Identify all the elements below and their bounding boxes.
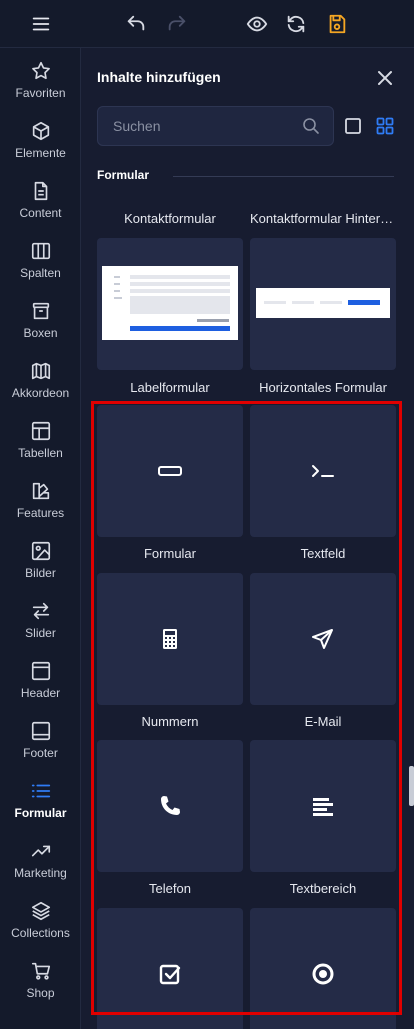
sidebar-item-collections[interactable]: Collections: [0, 888, 81, 948]
sidebar-item-spalten[interactable]: Spalten: [0, 228, 81, 288]
columns-icon: [30, 240, 52, 262]
phone-icon: [161, 796, 180, 815]
close-icon[interactable]: [376, 69, 394, 87]
list-icon: [30, 780, 52, 802]
trend-icon: [30, 840, 52, 862]
table-icon: [30, 420, 52, 442]
tile-label: Kontaktformular Hintergrund: [250, 211, 396, 226]
template-contact-form-background[interactable]: [250, 238, 396, 370]
sidebar-item-header[interactable]: Header: [0, 648, 81, 708]
footer-icon: [30, 720, 52, 742]
tile-label: E-Mail: [304, 714, 342, 729]
sidebar-item-label: Content: [19, 206, 62, 220]
header-icon: [30, 660, 52, 682]
sidebar-item-content[interactable]: Content: [0, 168, 81, 228]
sidebar-item-bilder[interactable]: Bilder: [0, 528, 81, 588]
sidebar-item-label: Spalten: [20, 266, 61, 280]
tile-label: Nummern: [141, 714, 199, 729]
sidebar-item-label: Boxen: [23, 326, 58, 340]
send-icon: [312, 629, 333, 649]
checkbox-icon: [159, 964, 181, 985]
panel-title: Inhalte hinzufügen: [97, 69, 221, 85]
sidebar-item-label: Bilder: [25, 566, 56, 580]
tile-label: Textfeld: [300, 546, 346, 561]
save-icon[interactable]: [325, 12, 349, 36]
contact-form-background-preview: [256, 288, 390, 318]
grid-view-icon[interactable]: [376, 117, 394, 135]
contact-form-preview: [102, 266, 238, 340]
sidebar-item-boxen[interactable]: Boxen: [0, 288, 81, 348]
sidebar-item-label: Elemente: [15, 146, 66, 160]
add-content-panel: Inhalte hinzufügen Formular Kontaktformu…: [82, 48, 414, 1029]
sidebar-item-label: Collections: [11, 926, 70, 940]
radio-icon: [312, 963, 334, 985]
sidebar-item-label: Favoriten: [15, 86, 66, 100]
element-radio-tile[interactable]: [250, 908, 396, 1029]
preview-icon[interactable]: [245, 12, 269, 36]
accordion-icon: [30, 360, 52, 382]
image-icon: [30, 540, 52, 562]
scrollbar-thumb[interactable]: [409, 766, 414, 806]
element-textfield-tile[interactable]: [250, 405, 396, 537]
box-icon: [30, 300, 52, 322]
search-icon[interactable]: [302, 117, 320, 135]
menu-icon[interactable]: [29, 12, 53, 36]
element-numbers-tile[interactable]: [97, 573, 243, 705]
sidebar-item-label: Formular: [14, 806, 67, 820]
redo-icon[interactable]: [165, 12, 189, 36]
sidebar-item-label: Marketing: [14, 866, 67, 880]
undo-icon[interactable]: [124, 12, 148, 36]
cart-icon: [30, 960, 52, 982]
element-form-tile[interactable]: [97, 405, 243, 537]
terminal-icon: [312, 465, 334, 477]
template-contact-form[interactable]: [97, 238, 243, 370]
section-divider: [173, 176, 394, 177]
slider-icon: [30, 600, 52, 622]
layers-icon: [30, 900, 52, 922]
sidebar-item-formular[interactable]: Formular: [0, 768, 81, 828]
sidebar-item-shop[interactable]: Shop: [0, 948, 81, 1008]
section-heading: Formular: [97, 168, 150, 182]
cube-icon: [30, 120, 52, 142]
sidebar-item-favoriten[interactable]: Favoriten: [0, 48, 81, 108]
document-icon: [30, 180, 52, 202]
features-icon: [30, 480, 52, 502]
sidebar-item-label: Header: [20, 686, 61, 700]
calculator-icon: [163, 629, 177, 649]
sidebar-item-footer[interactable]: Footer: [0, 708, 81, 768]
sidebar-item-label: Tabellen: [18, 446, 63, 460]
sidebar-item-label: Features: [16, 506, 65, 520]
element-textarea-tile[interactable]: [250, 740, 396, 872]
sidebar-item-label: Shop: [26, 986, 55, 1000]
sidebar-item-features[interactable]: Features: [0, 468, 81, 528]
element-checkbox-tile[interactable]: [97, 908, 243, 1029]
sidebar-item-slider[interactable]: Slider: [0, 588, 81, 648]
sidebar-item-label: Akkordeon: [11, 386, 70, 400]
textarea-icon: [313, 798, 333, 816]
element-phone-tile[interactable]: [97, 740, 243, 872]
tile-label: Kontaktformular: [124, 211, 216, 226]
refresh-icon[interactable]: [284, 12, 308, 36]
tile-label: Telefon: [149, 881, 191, 896]
category-sidebar: Favoriten Elemente Content Spalten Boxen…: [0, 48, 81, 1029]
tile-label: Labelformular: [130, 380, 210, 395]
sidebar-item-label: Slider: [25, 626, 56, 640]
star-icon: [30, 60, 52, 82]
tile-label: Horizontales Formular: [259, 380, 387, 395]
search-box: [97, 106, 334, 146]
sidebar-item-marketing[interactable]: Marketing: [0, 828, 81, 888]
element-email-tile[interactable]: [250, 573, 396, 705]
tile-label: Formular: [143, 546, 196, 561]
top-toolbar: [0, 0, 414, 48]
input-field-icon: [158, 466, 182, 476]
sidebar-item-tabellen[interactable]: Tabellen: [0, 408, 81, 468]
tile-label: Textbereich: [289, 881, 357, 896]
search-input[interactable]: [98, 107, 298, 145]
sidebar-item-akkordeon[interactable]: Akkordeon: [0, 348, 81, 408]
sidebar-item-elemente[interactable]: Elemente: [0, 108, 81, 168]
single-view-icon[interactable]: [344, 117, 362, 135]
sidebar-item-label: Footer: [23, 746, 58, 760]
